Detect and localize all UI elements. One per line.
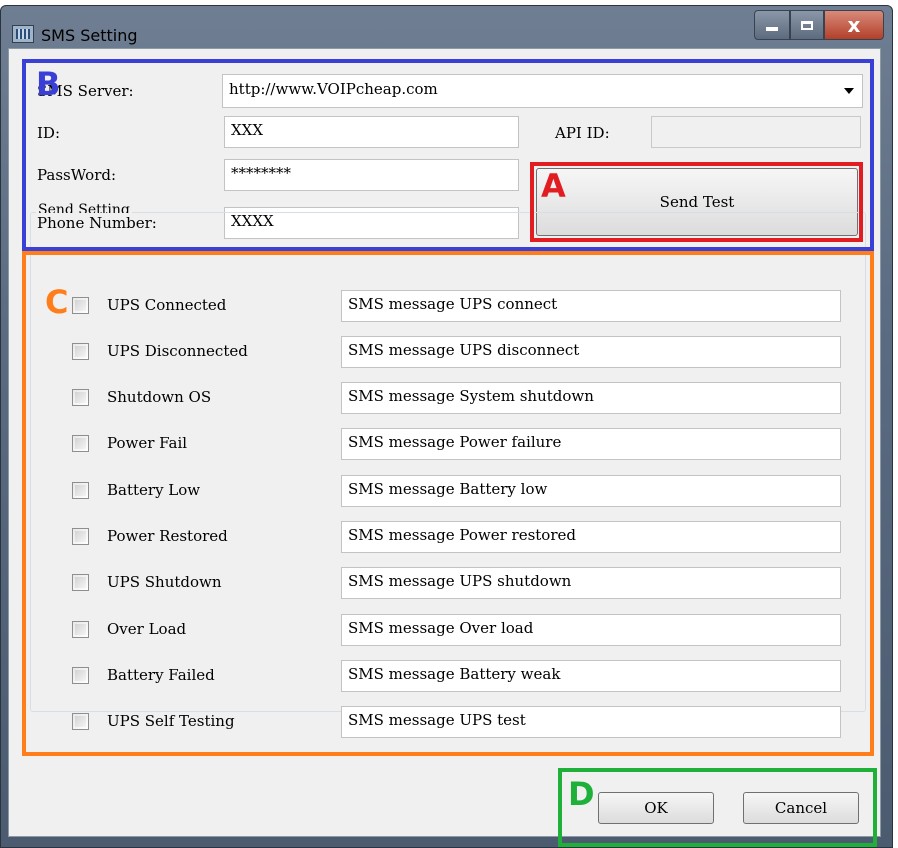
annotation-box-c — [22, 251, 874, 756]
minimize-icon — [766, 27, 778, 31]
minimize-button[interactable] — [754, 10, 790, 40]
app-icon — [12, 25, 34, 43]
annotation-letter-b: B — [36, 65, 61, 103]
maximize-icon — [801, 20, 813, 30]
annotation-letter-c: C — [45, 283, 69, 321]
close-icon: x — [847, 13, 861, 37]
maximize-button[interactable] — [790, 10, 824, 40]
annotation-box-a — [530, 162, 863, 242]
title-bar[interactable]: SMS Setting x — [1, 6, 892, 52]
window-title: SMS Setting — [41, 26, 138, 45]
annotation-letter-d: D — [568, 775, 595, 813]
close-button[interactable]: x — [824, 10, 884, 40]
annotation-letter-a: A — [541, 167, 566, 205]
caption-buttons: x — [754, 10, 884, 40]
annotation-box-d — [558, 768, 877, 847]
